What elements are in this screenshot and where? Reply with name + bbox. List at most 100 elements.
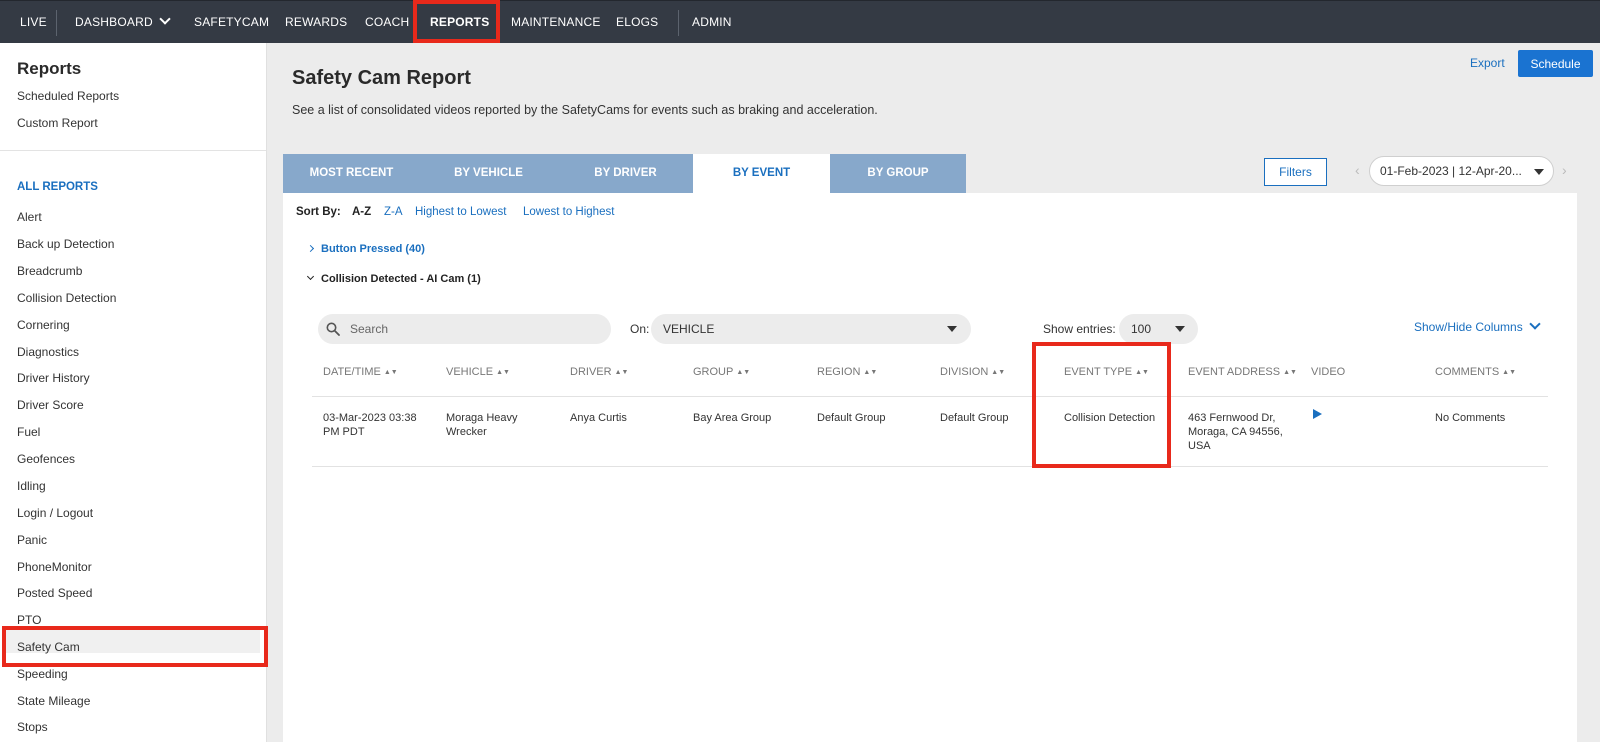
sort-icon: ▲▼	[1135, 369, 1149, 376]
chevron-down-icon	[159, 13, 171, 25]
tab-by-event[interactable]: BY EVENT	[693, 154, 830, 194]
nav-rewards[interactable]: REWARDS	[285, 1, 347, 44]
show-hide-label: Show/Hide Columns	[1414, 320, 1523, 334]
date-next-icon[interactable]: ›	[1562, 162, 1567, 178]
nav-safetycam[interactable]: SAFETYCAM	[194, 1, 269, 44]
sidebar-item-safety-cam[interactable]: Safety Cam	[17, 640, 80, 654]
sort-az[interactable]: A-Z	[352, 206, 371, 218]
sort-highest-to-lowest[interactable]: Highest to Lowest	[415, 206, 506, 218]
sidebar-item-alert[interactable]: Alert	[17, 210, 42, 224]
sidebar-item-stops[interactable]: Stops	[17, 720, 48, 734]
nav-dashboard[interactable]: DASHBOARD	[75, 1, 171, 44]
schedule-button[interactable]: Schedule	[1518, 50, 1593, 77]
group-button-pressed[interactable]: Button Pressed (40)	[306, 243, 425, 255]
sidebar-divider	[0, 150, 266, 151]
col-label: GROUP	[693, 366, 734, 378]
nav-admin[interactable]: ADMIN	[692, 1, 732, 44]
sidebar-item-phonemonitor[interactable]: PhoneMonitor	[17, 560, 92, 574]
sidebar-scheduled-reports[interactable]: Scheduled Reports	[17, 89, 119, 103]
caret-down-icon	[947, 326, 957, 332]
sidebar-item-speeding[interactable]: Speeding	[17, 667, 68, 681]
col-group[interactable]: GROUP ▲▼	[693, 366, 750, 378]
sidebar-item-idling[interactable]: Idling	[17, 479, 46, 493]
sidebar-title: Reports	[17, 59, 82, 78]
search-input[interactable]	[318, 314, 611, 344]
nav-live[interactable]: LIVE	[20, 1, 47, 44]
search-icon	[326, 322, 340, 336]
sidebar-item-panic[interactable]: Panic	[17, 533, 47, 547]
on-label: On:	[630, 322, 650, 336]
sidebar-item-fuel[interactable]: Fuel	[17, 425, 40, 439]
sidebar-item-breadcrumb[interactable]: Breadcrumb	[17, 264, 82, 278]
cell-event-type: Collision Detection	[1064, 412, 1156, 424]
date-prev-icon[interactable]: ‹	[1355, 162, 1360, 178]
page-title: Safety Cam Report	[292, 67, 471, 89]
sidebar-item-collision-detection[interactable]: Collision Detection	[17, 291, 116, 305]
play-video-icon[interactable]	[1313, 409, 1322, 419]
sort-lowest-to-highest[interactable]: Lowest to Highest	[523, 206, 614, 218]
col-comments[interactable]: COMMENTS ▲▼	[1435, 366, 1516, 378]
col-label: COMMENTS	[1435, 366, 1500, 378]
on-select[interactable]: VEHICLE	[651, 314, 971, 344]
nav-reports[interactable]: REPORTS	[430, 1, 489, 44]
caret-down-icon	[1534, 169, 1544, 175]
sort-icon: ▲▼	[1283, 369, 1297, 376]
col-video: VIDEO	[1311, 366, 1345, 378]
col-division[interactable]: DIVISION ▲▼	[940, 366, 1005, 378]
show-hide-columns[interactable]: Show/Hide Columns	[1414, 318, 1541, 334]
group-collision-detected[interactable]: Collision Detected - AI Cam (1)	[306, 272, 481, 285]
cell-datetime: 03-Mar-2023 03:38 PM PDT	[323, 412, 417, 438]
sidebar-item-pto[interactable]: PTO	[17, 613, 41, 627]
cell-driver[interactable]: Anya Curtis	[570, 411, 680, 425]
col-driver[interactable]: DRIVER ▲▼	[570, 366, 628, 378]
sort-za[interactable]: Z-A	[384, 206, 403, 218]
col-label: VEHICLE	[446, 366, 494, 378]
col-datetime[interactable]: DATE/TIME ▲▼	[323, 366, 398, 378]
tab-by-driver[interactable]: BY DRIVER	[557, 154, 694, 193]
report-tabs: MOST RECENT BY VEHICLE BY DRIVER BY EVEN…	[283, 154, 966, 194]
date-range-value: 01-Feb-2023 | 12-Apr-20...	[1380, 164, 1522, 178]
cell-division: Default Group	[940, 412, 1009, 424]
group-label: Button Pressed (40)	[321, 243, 425, 255]
cell-address: 463 Fernwood Dr, Moraga, CA 94556, USA	[1188, 412, 1283, 452]
tab-most-recent[interactable]: MOST RECENT	[283, 154, 420, 193]
nav-dashboard-label: DASHBOARD	[75, 15, 153, 29]
sidebar-custom-report[interactable]: Custom Report	[17, 116, 98, 130]
sidebar-item-driver-history[interactable]: Driver History	[17, 371, 90, 385]
sidebar-item-cornering[interactable]: Cornering	[17, 318, 70, 332]
col-event-type[interactable]: EVENT TYPE ▲▼	[1064, 366, 1149, 378]
sidebar-item-posted-speed[interactable]: Posted Speed	[17, 586, 92, 600]
col-region[interactable]: REGION ▲▼	[817, 366, 877, 378]
col-vehicle[interactable]: VEHICLE ▲▼	[446, 366, 510, 378]
show-entries-label: Show entries:	[1043, 322, 1116, 336]
col-label: DATE/TIME	[323, 366, 381, 378]
cell-vehicle[interactable]: Moraga Heavy Wrecker	[446, 411, 541, 439]
cell-comments: No Comments	[1435, 412, 1506, 424]
sort-by-label: Sort By:	[296, 206, 341, 218]
tab-by-vehicle[interactable]: BY VEHICLE	[420, 154, 557, 193]
sort-icon: ▲▼	[496, 369, 510, 376]
sidebar: Reports Scheduled Reports Custom Report …	[0, 43, 267, 742]
sidebar-item-backup-detection[interactable]: Back up Detection	[17, 237, 114, 251]
date-range-picker[interactable]: 01-Feb-2023 | 12-Apr-20...	[1369, 156, 1554, 186]
sidebar-item-geofences[interactable]: Geofences	[17, 452, 75, 466]
cell-group: Bay Area Group	[693, 412, 772, 424]
sort-icon: ▲▼	[991, 369, 1006, 376]
filters-button[interactable]: Filters	[1264, 158, 1327, 186]
top-nav: LIVE DASHBOARD SAFETYCAM REWARDS COACH R…	[0, 0, 1600, 43]
col-label: DIVISION	[940, 366, 989, 378]
nav-elogs[interactable]: ELOGS	[616, 1, 658, 44]
nav-coach[interactable]: COACH	[365, 1, 409, 44]
col-event-address[interactable]: EVENT ADDRESS ▲▼	[1188, 366, 1297, 378]
sidebar-item-login-logout[interactable]: Login / Logout	[17, 506, 93, 520]
col-label: DRIVER	[570, 366, 612, 378]
tab-by-group[interactable]: BY GROUP	[830, 154, 966, 193]
col-label: VIDEO	[1311, 366, 1346, 378]
nav-maintenance[interactable]: MAINTENANCE	[511, 1, 601, 44]
sidebar-item-diagnostics[interactable]: Diagnostics	[17, 345, 79, 359]
sidebar-item-driver-score[interactable]: Driver Score	[17, 398, 84, 412]
export-link[interactable]: Export	[1470, 56, 1505, 70]
col-label: EVENT TYPE	[1064, 366, 1133, 378]
sidebar-item-state-mileage[interactable]: State Mileage	[17, 694, 90, 708]
show-entries-select[interactable]: 100	[1119, 314, 1198, 344]
